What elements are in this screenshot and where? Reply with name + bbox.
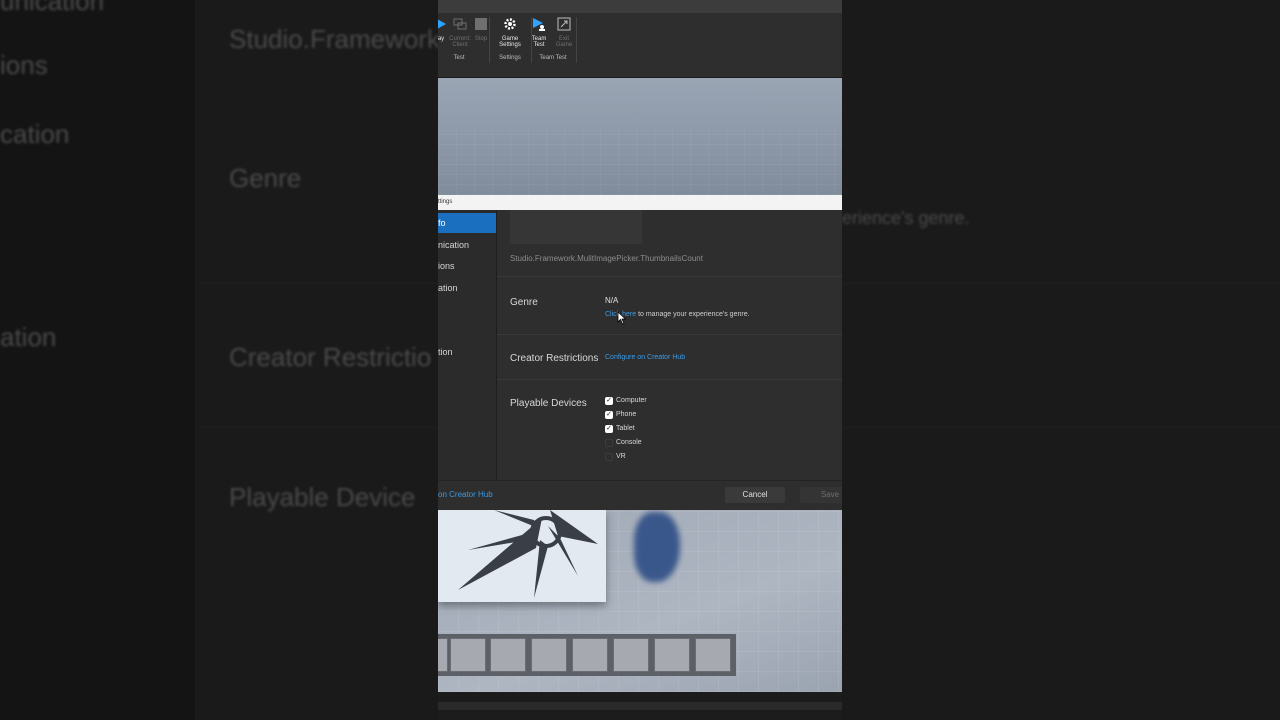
sidebar-item-security[interactable] <box>438 299 496 319</box>
hotbar-slot[interactable] <box>695 638 731 672</box>
checkbox-checked-icon: ✓ <box>605 411 613 419</box>
ribbon-toolbar: ay Current: Client Stop Game Settings Te… <box>438 13 842 78</box>
dialog-titlebar[interactable]: ttings <box>438 195 842 211</box>
bg-playable-devices-label: Playable Device <box>229 482 416 512</box>
ribbon-group-settings: Settings <box>499 55 521 61</box>
game-settings-button[interactable]: Game Settings <box>497 17 523 48</box>
bg-sidebar-item: ions <box>0 50 48 80</box>
hotbar-slot[interactable] <box>490 638 526 672</box>
inventory-hotbar <box>438 634 736 676</box>
sidebar-item-communication[interactable]: nication <box>438 235 496 255</box>
stop-icon <box>475 18 487 30</box>
sidebar-item-localization[interactable]: tion <box>438 342 496 362</box>
mouse-cursor-icon <box>617 311 627 325</box>
hotbar-slot[interactable] <box>613 638 649 672</box>
baseplate-grid <box>438 128 842 195</box>
blurred-sidebar <box>0 0 195 720</box>
team-test-button[interactable]: Team Test <box>526 17 552 48</box>
settings-sidebar: fo nication ions ation tion <box>438 210 497 480</box>
game-settings-dialog: fo nication ions ation tion Studio.Frame… <box>438 210 842 511</box>
checkbox-checked-icon: ✓ <box>605 425 613 433</box>
bg-creator-restrictions-label: Creator Restrictio <box>229 342 432 372</box>
current-client-icon <box>453 18 467 30</box>
hotbar-slot[interactable] <box>572 638 608 672</box>
3d-viewport-bottom[interactable] <box>438 510 842 692</box>
exit-game-button[interactable]: Exit Game <box>551 17 577 48</box>
genre-value: N/A <box>605 296 619 305</box>
ribbon-separator <box>576 17 577 63</box>
bg-genre-hint: erience's genre. <box>842 208 970 228</box>
bottom-status-strip <box>438 692 842 720</box>
exit-game-icon <box>557 17 571 31</box>
studio-capture: ay Current: Client Stop Game Settings Te… <box>438 0 842 720</box>
sidebar-item-basic-info[interactable]: fo <box>438 213 496 233</box>
checkbox-unchecked-icon <box>605 453 613 461</box>
settings-content: Studio.Framework.MulitImagePicker.Thumbn… <box>497 210 842 480</box>
manage-on-creator-hub-link[interactable]: on Creator Hub <box>438 490 493 499</box>
genre-hint-text: to manage your experience's genre. <box>636 311 750 318</box>
cancel-button[interactable]: Cancel <box>725 487 785 503</box>
team-test-icon <box>533 18 545 31</box>
hotbar-slot[interactable] <box>450 638 486 672</box>
3d-viewport-top[interactable] <box>438 78 842 195</box>
bg-divider <box>842 283 1280 284</box>
bg-sidebar-item: cation <box>0 119 70 149</box>
section-divider <box>497 379 842 380</box>
scrollbar[interactable] <box>438 702 842 710</box>
bg-sidebar-item: unication <box>0 0 105 16</box>
checkbox-checked-icon: ✓ <box>605 397 613 405</box>
save-button[interactable]: Save <box>800 487 842 503</box>
hotbar-slot[interactable] <box>654 638 690 672</box>
bg-divider <box>842 427 1280 428</box>
hotbar-slot[interactable] <box>531 638 567 672</box>
creator-restrictions-label: Creator Restrictions <box>510 353 599 364</box>
sidebar-item-monetization[interactable]: ation <box>438 278 496 298</box>
ribbon-separator <box>531 17 532 63</box>
configure-creator-hub-link[interactable]: Configure on Creator Hub <box>605 354 685 361</box>
avatar-shadow <box>634 512 680 582</box>
ribbon-group-test: Test <box>453 55 465 61</box>
dialog-title: ttings <box>438 199 453 205</box>
ribbon-separator <box>489 17 490 63</box>
gear-icon <box>504 18 516 30</box>
section-divider <box>497 334 842 335</box>
dialog-footer: on Creator Hub Cancel Save <box>438 480 842 511</box>
bg-sidebar-item: ation <box>0 322 57 352</box>
bg-thumbnails-label: Studio.Framework <box>229 24 440 54</box>
thumbnails-count-label: Studio.Framework.MulitImagePicker.Thumbn… <box>510 254 703 263</box>
spiky-decal-icon <box>458 510 598 598</box>
checkbox-unchecked-icon <box>605 439 613 447</box>
stop-button[interactable]: Stop <box>468 17 494 42</box>
decal-platform <box>438 510 606 602</box>
menu-strip <box>438 0 842 13</box>
ribbon-group-team-test: Team Test <box>539 55 567 61</box>
thumbnail-picker[interactable] <box>510 210 642 244</box>
hotbar-slot[interactable] <box>438 638 448 672</box>
bg-genre-label: Genre <box>229 163 302 193</box>
playable-devices-label: Playable Devices <box>510 398 587 409</box>
sidebar-item-permissions[interactable]: ions <box>438 256 496 276</box>
section-divider <box>497 276 842 277</box>
genre-label: Genre <box>510 297 538 308</box>
